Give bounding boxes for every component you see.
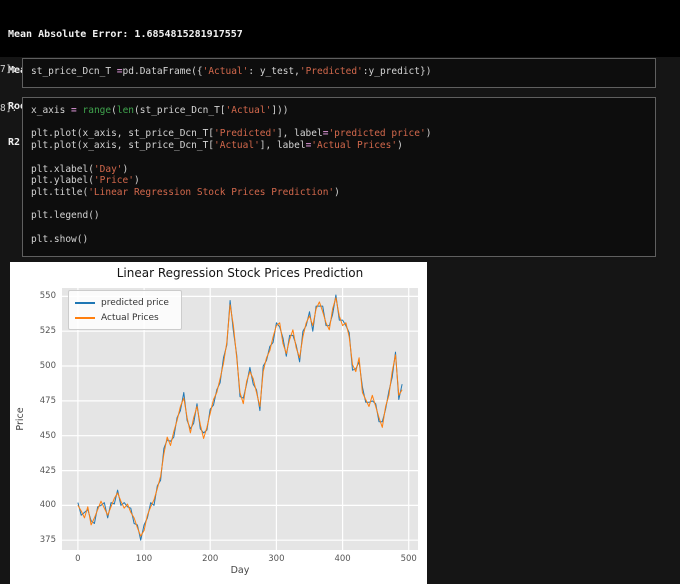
cell-prompt: 8]:: [0, 103, 18, 114]
code-line: plt.legend(): [31, 210, 100, 222]
legend-entry: Actual Prices: [75, 310, 175, 325]
chart-title: Linear Regression Stock Prices Predictio…: [116, 266, 364, 280]
y-tick-label: 400: [39, 500, 56, 511]
legend-line-sample: [75, 301, 95, 304]
code-line: plt.ylabel('Price'): [31, 175, 140, 187]
code-area[interactable]: st_price_Dcn_T =pd.DataFrame({'Actual': …: [31, 66, 649, 78]
code-line: plt.xlabel('Day'): [31, 163, 129, 175]
x-tick-label: 0: [75, 554, 81, 564]
y-tick-label: 550: [39, 291, 56, 302]
figure-output: Linear Regression Stock Prices Predictio…: [10, 262, 427, 584]
legend-line-sample: [75, 316, 95, 319]
code-line: plt.title('Linear Regression Stock Price…: [31, 186, 340, 198]
code-line: plt.plot(x_axis, st_price_Dcn_T['Predict…: [31, 128, 432, 140]
x-tick-label: 200: [202, 554, 219, 564]
y-axis-label: Price: [15, 407, 26, 431]
code-line: plt.show(): [31, 233, 89, 245]
code-cell[interactable]: st_price_Dcn_T =pd.DataFrame({'Actual': …: [22, 58, 656, 88]
x-tick-label: 400: [334, 554, 351, 564]
cell-prompt: 7]:: [0, 64, 18, 75]
legend-label: Actual Prices: [101, 312, 159, 323]
x-tick-label: 100: [135, 554, 153, 564]
x-axis-label: Day: [230, 565, 250, 576]
legend-label: predicted price: [101, 297, 169, 308]
code-area[interactable]: x_axis = range(len(st_price_Dcn_T['Actua…: [31, 105, 649, 245]
y-tick-label: 475: [39, 395, 56, 406]
x-tick-label: 500: [400, 554, 417, 564]
execution-output-metrics: Mean Absolute Error: 1.6854815281917557 …: [0, 0, 680, 148]
y-tick-label: 450: [39, 430, 56, 441]
code-cell[interactable]: x_axis = range(len(st_price_Dcn_T['Actua…: [22, 97, 656, 257]
notebook-root: { "theme": { "page_bg": "#151515", "stdo…: [0, 0, 680, 584]
legend-entry: predicted price: [75, 295, 175, 310]
y-tick-label: 525: [39, 326, 56, 337]
y-tick-label: 425: [39, 465, 56, 476]
chart-legend: predicted price Actual Prices: [68, 290, 182, 330]
x-tick-label: 300: [268, 554, 285, 564]
y-tick-label: 500: [39, 361, 56, 372]
code-line: plt.plot(x_axis, st_price_Dcn_T['Actual'…: [31, 140, 403, 152]
metric-line: Mean Absolute Error: 1.6854815281917557: [8, 29, 243, 40]
code-line: x_axis = range(len(st_price_Dcn_T['Actua…: [31, 105, 289, 116]
y-tick-label: 375: [39, 535, 56, 546]
series-line: [77, 297, 403, 537]
code-line: st_price_Dcn_T =pd.DataFrame({'Actual': …: [31, 66, 432, 77]
